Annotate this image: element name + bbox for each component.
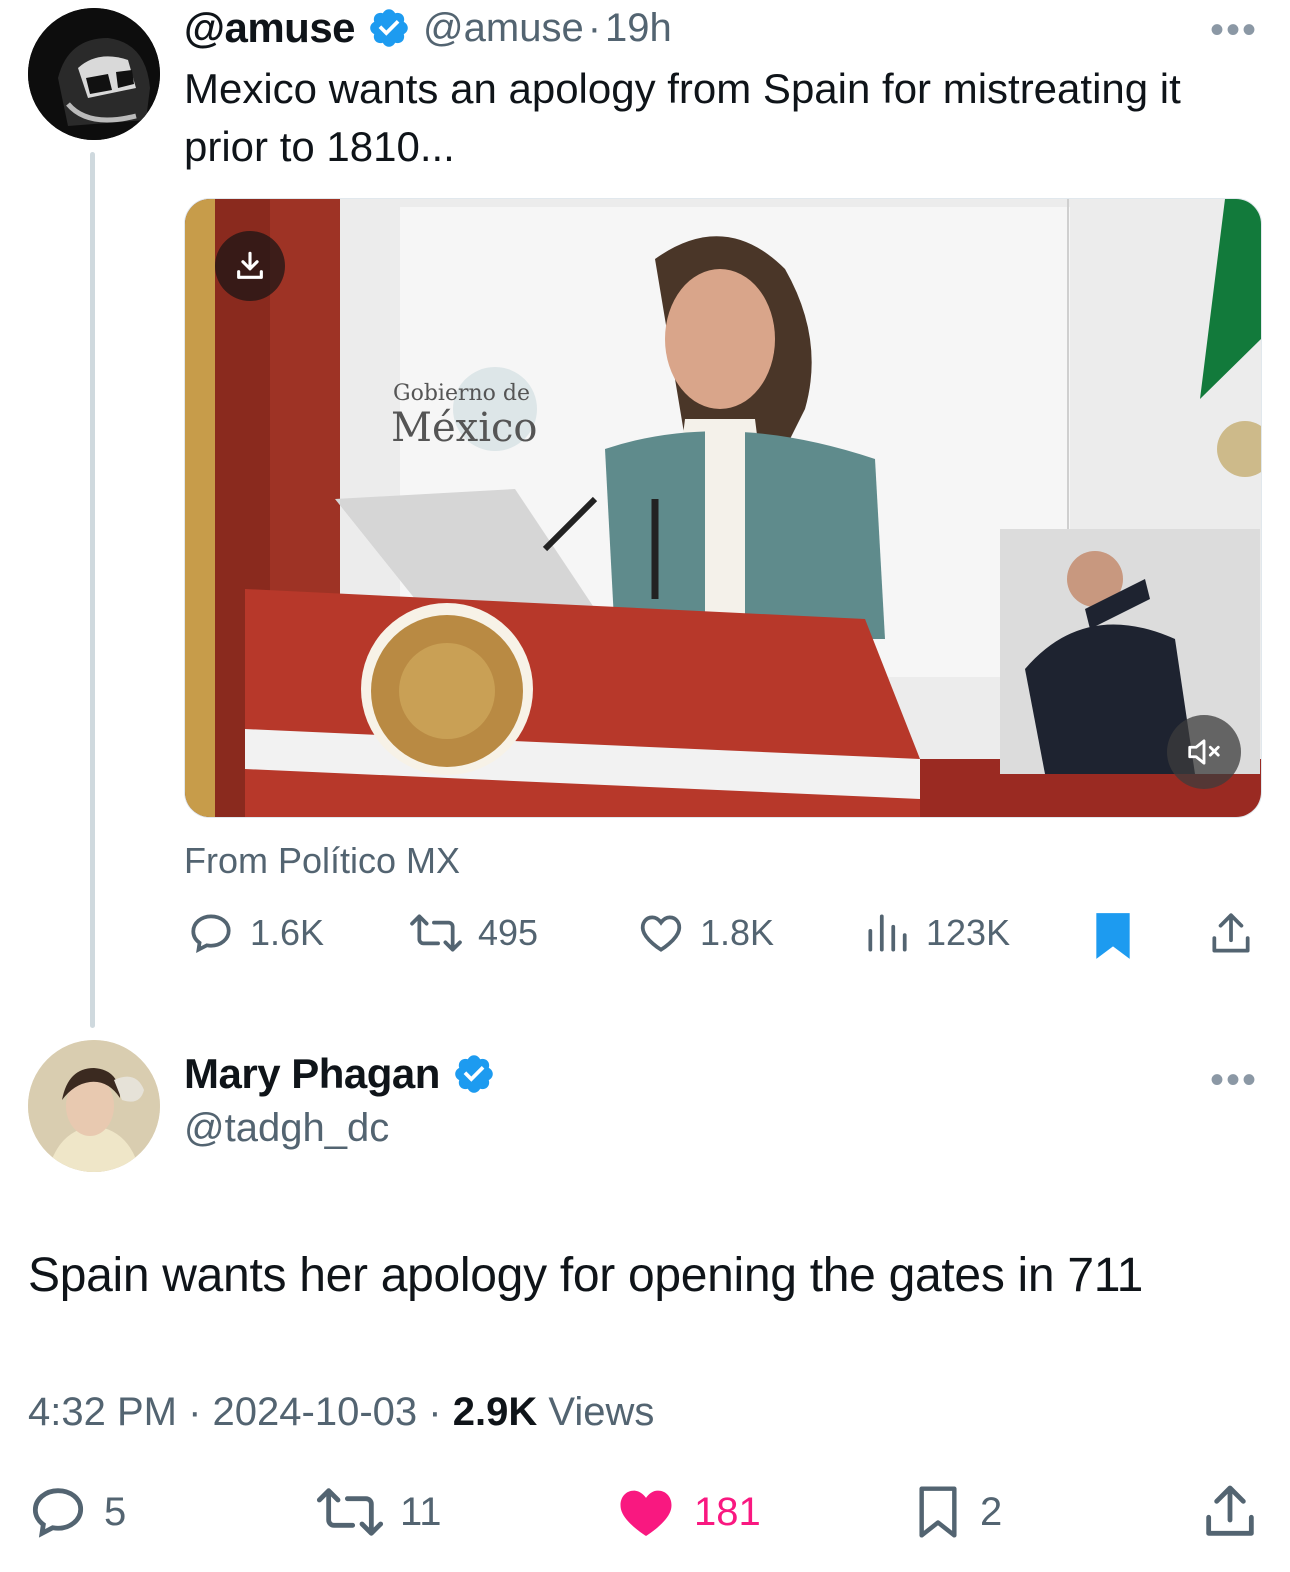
reply-author-handle[interactable]: @tadgh_dc bbox=[184, 1106, 389, 1151]
reply-button[interactable]: 1.6K bbox=[186, 908, 324, 958]
views-button[interactable]: 123K bbox=[862, 908, 1010, 958]
reply-count: 1.6K bbox=[250, 912, 325, 953]
reply-reply-count: 5 bbox=[104, 1489, 127, 1534]
like-button[interactable]: 1.8K bbox=[636, 908, 774, 958]
tweet-text-line-2: prior to 1810... bbox=[184, 123, 455, 170]
reply-date[interactable]: 2024-10-03 bbox=[213, 1390, 418, 1434]
portrait-avatar-image bbox=[28, 1040, 160, 1172]
reply-author-name[interactable]: Mary Phagan bbox=[184, 1050, 440, 1098]
stormtrooper-avatar-image bbox=[28, 8, 160, 140]
author-handle[interactable]: @amuse bbox=[423, 6, 584, 51]
reply-bookmark-button[interactable]: 2 bbox=[910, 1480, 1002, 1544]
author-name[interactable]: @amuse bbox=[184, 4, 356, 52]
tweet-time[interactable]: 19h bbox=[605, 6, 672, 51]
media-source-attribution[interactable]: From Político MX bbox=[184, 840, 460, 882]
repost-icon bbox=[410, 914, 462, 952]
download-icon bbox=[237, 251, 263, 279]
like-count: 1.8K bbox=[700, 912, 775, 953]
like-icon bbox=[640, 915, 682, 952]
meta-separator-1: · bbox=[188, 1390, 202, 1434]
reply-icon bbox=[191, 914, 231, 954]
repost-count: 495 bbox=[478, 912, 539, 953]
views-count: 123K bbox=[926, 912, 1011, 953]
reply-icon bbox=[32, 1488, 84, 1538]
author-avatar[interactable] bbox=[28, 8, 160, 140]
repost-icon bbox=[316, 1488, 384, 1536]
reply-share-button[interactable] bbox=[1198, 1480, 1262, 1544]
repost-button[interactable]: 495 bbox=[408, 908, 538, 958]
tweet-actions-bar: 1.6K 495 1.8K 123K bbox=[0, 908, 1290, 968]
more-options-button[interactable]: ••• bbox=[1210, 8, 1258, 53]
reply-views-count: 2.9K bbox=[452, 1390, 538, 1434]
reply-actions-bar: 5 11 181 2 bbox=[0, 1480, 1290, 1560]
verified-badge-icon bbox=[455, 1055, 493, 1093]
tweet-text-line-1: Mexico wants an apology from Spain for m… bbox=[184, 65, 1181, 112]
sign-big-text: México bbox=[391, 405, 538, 451]
reply-bookmark-count: 2 bbox=[980, 1489, 1003, 1534]
reply-metadata: 4:32 PM · 2024-10-03 · 2.9K Views bbox=[28, 1390, 654, 1435]
tweet-header: @amuse @amuse · 19h bbox=[184, 4, 672, 52]
thread-connector-line bbox=[90, 152, 95, 1028]
like-icon bbox=[620, 1490, 672, 1536]
reply-header: Mary Phagan bbox=[184, 1050, 496, 1098]
tweet-text: Mexico wants an apology from Spain for m… bbox=[184, 60, 1274, 176]
reply-time[interactable]: 4:32 PM bbox=[28, 1390, 177, 1434]
mute-icon bbox=[1188, 739, 1220, 765]
views-icon bbox=[868, 914, 907, 952]
reply-repost-count: 11 bbox=[400, 1489, 442, 1534]
bookmark-button[interactable] bbox=[1088, 908, 1138, 964]
tweet-video[interactable]: Gobierno de México bbox=[184, 198, 1262, 818]
video-frame bbox=[185, 199, 1261, 817]
reply-views-label: Views bbox=[548, 1390, 655, 1434]
bookmark-icon bbox=[919, 1486, 957, 1538]
header-separator: · bbox=[587, 5, 602, 50]
share-button[interactable] bbox=[1206, 908, 1256, 960]
share-icon bbox=[1206, 1485, 1254, 1536]
sign-small-text: Gobierno de bbox=[393, 381, 530, 406]
verified-badge-icon bbox=[370, 9, 408, 47]
reply-like-count: 181 bbox=[694, 1489, 761, 1534]
bookmark-icon bbox=[1096, 913, 1130, 959]
meta-separator-2: · bbox=[428, 1390, 442, 1434]
reply-reply-button[interactable]: 5 bbox=[26, 1480, 126, 1544]
share-icon bbox=[1212, 913, 1250, 953]
reply-like-button[interactable]: 181 bbox=[612, 1480, 761, 1544]
reply-author-avatar[interactable] bbox=[28, 1040, 160, 1172]
reply-more-options-button[interactable]: ••• bbox=[1210, 1058, 1258, 1103]
reply-text: Spain wants her apology for opening the … bbox=[28, 1249, 1143, 1302]
mute-toggle-button[interactable] bbox=[1167, 715, 1241, 789]
reply-repost-button[interactable]: 11 bbox=[314, 1480, 442, 1544]
download-button[interactable] bbox=[215, 231, 285, 301]
